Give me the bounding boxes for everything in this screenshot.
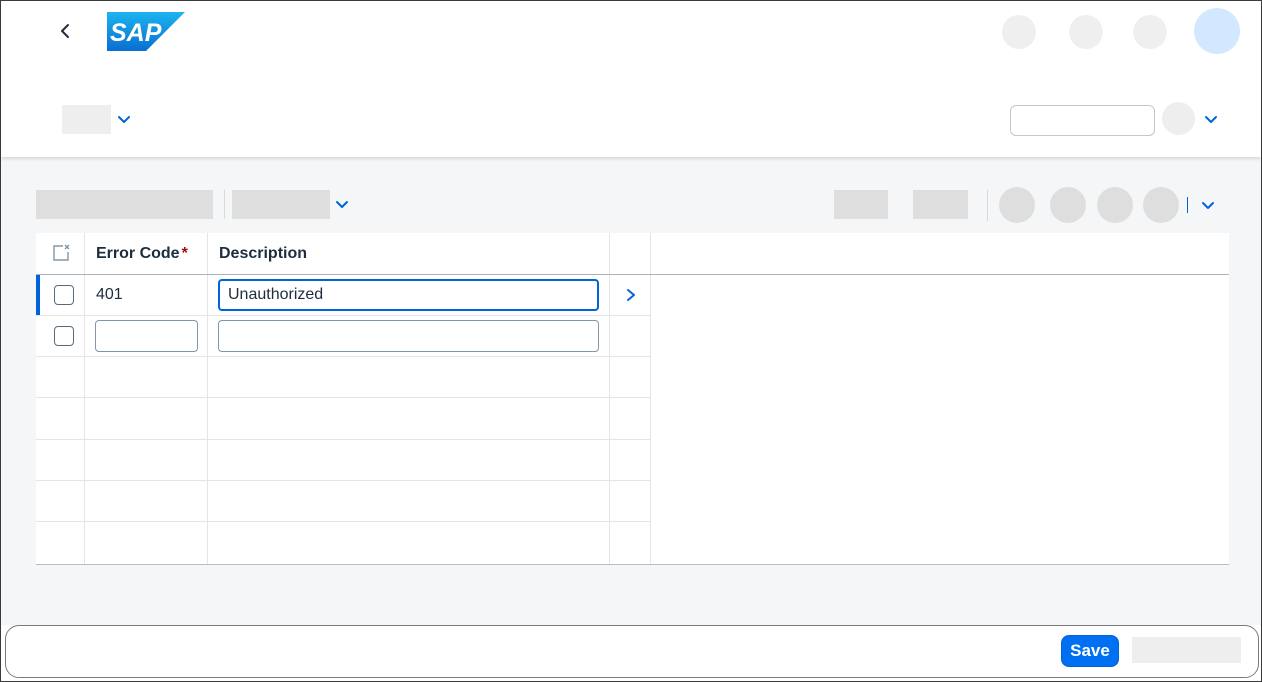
- shell-action-3[interactable]: [1133, 15, 1167, 49]
- clear-selection-icon[interactable]: [51, 243, 71, 263]
- toolbar-icon-button-3[interactable]: [1097, 187, 1133, 223]
- chevron-right-icon[interactable]: [624, 288, 638, 302]
- toolbar-select-placeholder[interactable]: [232, 190, 330, 219]
- chevron-down-icon[interactable]: [1204, 115, 1218, 125]
- header-action-circle[interactable]: [1162, 102, 1195, 135]
- error-code-value: 401: [96, 286, 123, 303]
- column-divider: [84, 233, 85, 564]
- table-title-placeholder: [36, 190, 213, 219]
- description-input[interactable]: [218, 279, 599, 311]
- row-divider: [36, 315, 651, 316]
- shell-action-2[interactable]: [1069, 15, 1103, 49]
- chevron-down-icon[interactable]: [117, 115, 131, 125]
- toolbar-separator: [987, 190, 988, 221]
- back-button[interactable]: [53, 19, 77, 43]
- error-codes-table: Error Code * Description 401: [36, 233, 1229, 565]
- column-header-label: Error Code: [96, 245, 180, 262]
- column-header-error-code[interactable]: Error Code *: [96, 245, 188, 263]
- toolbar-icon-button-1[interactable]: [999, 187, 1035, 223]
- chevron-down-icon[interactable]: [335, 200, 349, 210]
- toolbar-separator: [1187, 197, 1188, 213]
- row-divider: [36, 521, 651, 522]
- shell-bar: SAP: [1, 1, 1261, 157]
- required-marker: *: [181, 245, 188, 262]
- chevron-left-icon: [61, 24, 69, 38]
- header-divider: [36, 274, 1229, 275]
- toolbar-button-1[interactable]: [834, 190, 888, 219]
- chevron-down-icon[interactable]: [1201, 201, 1215, 211]
- column-divider: [650, 233, 651, 564]
- save-button[interactable]: Save: [1061, 635, 1119, 667]
- toolbar-separator: [224, 190, 225, 219]
- error-code-input[interactable]: [95, 320, 198, 352]
- row-select-checkbox[interactable]: [54, 285, 74, 305]
- description-input[interactable]: [218, 320, 599, 352]
- column-header-description[interactable]: Description: [219, 245, 307, 263]
- row-focus-indicator: [36, 275, 40, 315]
- row-select-checkbox[interactable]: [54, 326, 74, 346]
- avatar[interactable]: [1194, 8, 1240, 54]
- sap-logo-text: SAP: [110, 19, 162, 47]
- main-content: Error Code * Description 401: [1, 157, 1261, 625]
- footer-button-placeholder[interactable]: [1132, 637, 1241, 663]
- row-divider: [36, 480, 651, 481]
- toolbar-icon-button-2[interactable]: [1050, 187, 1086, 223]
- row-divider: [36, 356, 651, 357]
- sap-logo[interactable]: SAP: [107, 12, 185, 51]
- column-header-label: Description: [219, 245, 308, 262]
- column-divider: [609, 233, 610, 564]
- search-field[interactable]: [1010, 105, 1155, 136]
- row-divider: [36, 439, 651, 440]
- variant-title-placeholder: [62, 105, 111, 134]
- row-divider: [36, 397, 651, 398]
- shell-action-1[interactable]: [1002, 15, 1036, 49]
- footer-toolbar: Save: [5, 625, 1259, 678]
- column-divider: [207, 233, 208, 564]
- toolbar-icon-button-4[interactable]: [1143, 187, 1179, 223]
- toolbar-button-2[interactable]: [913, 190, 968, 219]
